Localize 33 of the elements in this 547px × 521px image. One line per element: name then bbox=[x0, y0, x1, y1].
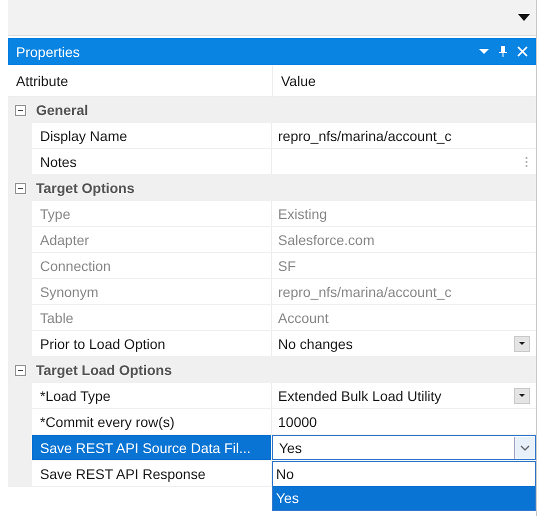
property-name[interactable]: Display Name bbox=[32, 123, 272, 149]
property-value: Salesforce.com bbox=[278, 232, 376, 248]
dropdown-button[interactable] bbox=[514, 336, 530, 352]
property-name[interactable]: Save REST API Response bbox=[32, 461, 272, 487]
close-icon[interactable] bbox=[517, 46, 528, 57]
property-value: repro_nfs/marina/account_c bbox=[278, 284, 453, 300]
panel-title: Properties bbox=[16, 44, 81, 60]
property-value: Account bbox=[278, 310, 330, 326]
dropdown-arrow-icon bbox=[519, 394, 525, 397]
dropdown-option[interactable]: No bbox=[273, 462, 535, 486]
collapse-icon[interactable] bbox=[14, 104, 26, 116]
collapse-icon[interactable] bbox=[14, 182, 26, 194]
dropdown-arrow-icon bbox=[519, 342, 525, 345]
column-header[interactable]: Value bbox=[272, 65, 536, 96]
category-label[interactable]: Target Options bbox=[32, 175, 536, 201]
property-value: Existing bbox=[278, 206, 328, 222]
dropdown-field[interactable]: Yes bbox=[272, 435, 536, 460]
chevron-down-icon[interactable] bbox=[520, 444, 530, 450]
property-value: SF bbox=[278, 258, 297, 274]
pin-icon[interactable] bbox=[498, 46, 508, 57]
category-label[interactable]: Target Load Options bbox=[32, 357, 536, 383]
column-header[interactable]: Attribute bbox=[8, 65, 272, 96]
dropdown-arrow-icon[interactable] bbox=[518, 13, 530, 22]
category-label[interactable]: General bbox=[32, 97, 536, 123]
property-value: repro_nfs/marina/account_c bbox=[278, 128, 453, 144]
property-name[interactable]: *Load Type bbox=[32, 383, 272, 409]
collapse-icon[interactable] bbox=[14, 364, 26, 376]
dropdown-button[interactable] bbox=[514, 388, 530, 404]
dropdown-option[interactable]: Yes bbox=[273, 486, 535, 510]
property-name[interactable]: Save REST API Source Data Fil... bbox=[32, 435, 272, 461]
property-value: No changes bbox=[278, 336, 354, 352]
property-value: Extended Bulk Load Utility bbox=[278, 388, 442, 404]
property-value: 10000 bbox=[278, 414, 318, 430]
